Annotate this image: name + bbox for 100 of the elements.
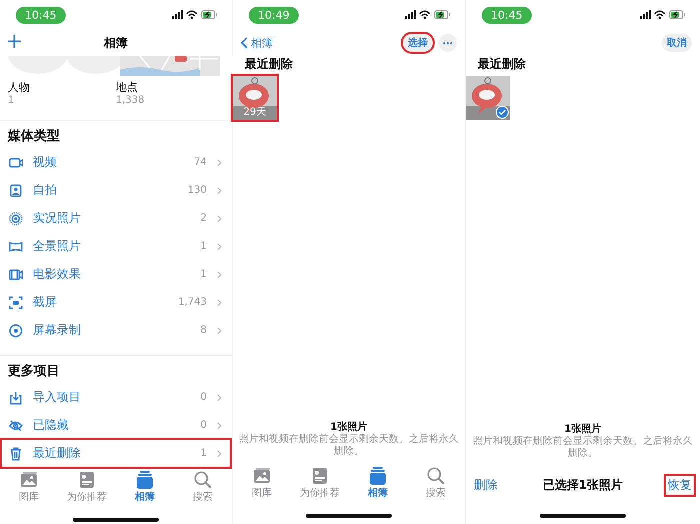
chevron-icon <box>217 270 222 278</box>
tab-icon <box>310 466 330 486</box>
row-label: 自拍 <box>33 182 58 199</box>
recording-icon <box>9 324 23 338</box>
tab-label: 为你推荐 <box>300 486 340 500</box>
tab[interactable]: 搜索 <box>175 470 231 508</box>
row-count: 0 <box>200 420 207 431</box>
tab-icon <box>426 466 446 486</box>
row-count: 74 <box>194 157 207 168</box>
photo-count: 1张照片 <box>564 422 602 436</box>
chevron-icon <box>217 422 222 430</box>
row-count: 0 <box>200 392 207 403</box>
screen-title: 最近删除 <box>477 56 527 73</box>
days-left-label: 29天 <box>242 106 268 119</box>
screenshot-icon <box>9 296 23 310</box>
album-count: 1,338 <box>116 95 145 106</box>
tab-label: 搜索 <box>426 486 446 500</box>
status-icons <box>172 10 218 20</box>
row-count: 1 <box>200 448 207 459</box>
tab[interactable]: 图库 <box>234 466 290 504</box>
section-title: 媒体类型 <box>6 128 61 146</box>
photo-count: 1张照片 <box>330 420 368 434</box>
chevron-icon <box>217 394 222 402</box>
import-icon <box>9 390 23 404</box>
album-row[interactable]: 最近删除 1 <box>2 440 230 467</box>
album-row[interactable]: 全景照片 1 <box>2 233 230 260</box>
status-icons <box>405 10 451 20</box>
chevron-icon <box>217 186 222 194</box>
album-name[interactable]: 地点 <box>116 80 138 95</box>
status-icons <box>640 10 686 20</box>
deletion-note: 照片和视频在删除前会显示剩余天数。之后将永久删除。 <box>239 434 459 458</box>
tab[interactable]: 搜索 <box>408 466 464 504</box>
tab[interactable]: 相簿 <box>117 470 173 508</box>
cancel-button[interactable]: 取消 <box>662 34 692 52</box>
tab[interactable]: 图库 <box>1 470 57 508</box>
restore-button[interactable]: 恢复 <box>666 476 694 494</box>
album-row[interactable]: 自拍 130 <box>2 177 230 204</box>
tab-icon <box>77 470 97 490</box>
tab-icon <box>252 466 272 486</box>
select-button[interactable]: 选择 <box>403 34 433 52</box>
row-label: 电影效果 <box>33 266 82 283</box>
row-label: 最近删除 <box>33 445 82 462</box>
tab-icon <box>368 466 388 486</box>
live-icon <box>9 212 23 226</box>
hidden-icon <box>9 418 23 432</box>
tab-icon <box>193 470 213 490</box>
album-row[interactable]: 视频 74 <box>2 149 230 176</box>
row-label: 导入项目 <box>33 389 82 406</box>
section-title: 更多项目 <box>7 363 61 381</box>
tab-label: 相簿 <box>135 490 155 504</box>
chevron-icon <box>217 326 222 334</box>
row-label: 截屏 <box>33 294 58 311</box>
chevron-icon <box>217 450 222 458</box>
album-row[interactable]: 导入项目 0 <box>2 384 230 411</box>
tab-icon <box>135 470 155 490</box>
row-count: 1 <box>200 241 207 252</box>
row-count: 8 <box>200 325 207 336</box>
album-name[interactable]: 人物 <box>8 80 30 95</box>
album-row[interactable]: 实况照片 2 <box>2 205 230 232</box>
chevron-icon <box>217 242 222 250</box>
screen-title: 最近删除 <box>244 56 294 73</box>
chevron-icon <box>217 158 222 166</box>
tab[interactable]: 为你推荐 <box>59 470 115 508</box>
screen-title: 相簿 <box>104 34 128 52</box>
row-count: 130 <box>188 185 207 196</box>
status-time: 10:49 <box>249 6 299 24</box>
status-time: 10:45 <box>16 6 66 24</box>
tab-icon <box>19 470 39 490</box>
row-label: 屏幕录制 <box>33 322 82 339</box>
status-time: 10:45 <box>482 6 532 24</box>
album-row[interactable]: 截屏 1,743 <box>2 289 230 316</box>
tab[interactable]: 相簿 <box>350 466 406 504</box>
back-button[interactable]: 相簿 <box>241 36 273 50</box>
row-count: 1,743 <box>178 297 207 308</box>
tab-label: 图库 <box>252 486 272 500</box>
plus-icon <box>8 34 21 48</box>
panorama-icon <box>9 240 23 254</box>
tab-label: 图库 <box>19 490 39 504</box>
delete-button[interactable]: 删除 <box>472 476 500 494</box>
selection-summary: 已选择1张照片 <box>542 476 624 494</box>
row-label: 实况照片 <box>33 210 82 227</box>
album-row[interactable]: 已隐藏 0 <box>2 412 230 439</box>
more-button[interactable] <box>439 34 457 52</box>
album-row[interactable]: 电影效果 1 <box>2 261 230 288</box>
row-count: 1 <box>200 269 207 280</box>
row-label: 已隐藏 <box>33 417 70 434</box>
tab-label: 相簿 <box>368 486 388 500</box>
chevron-icon <box>217 214 222 222</box>
tab[interactable]: 为你推荐 <box>292 466 348 504</box>
cinematic-icon <box>9 268 23 282</box>
row-label: 全景照片 <box>33 238 82 255</box>
row-label: 视频 <box>33 154 58 171</box>
photo-thumbnail[interactable]: 29天 <box>233 76 277 120</box>
deleted-icon <box>9 446 23 460</box>
photo-thumbnail[interactable] <box>466 76 510 120</box>
video-icon <box>9 156 23 170</box>
chevron-icon <box>217 298 222 306</box>
album-row[interactable]: 屏幕录制 8 <box>2 317 230 344</box>
selfie-icon <box>9 184 23 198</box>
tab-label: 为你推荐 <box>67 490 107 504</box>
